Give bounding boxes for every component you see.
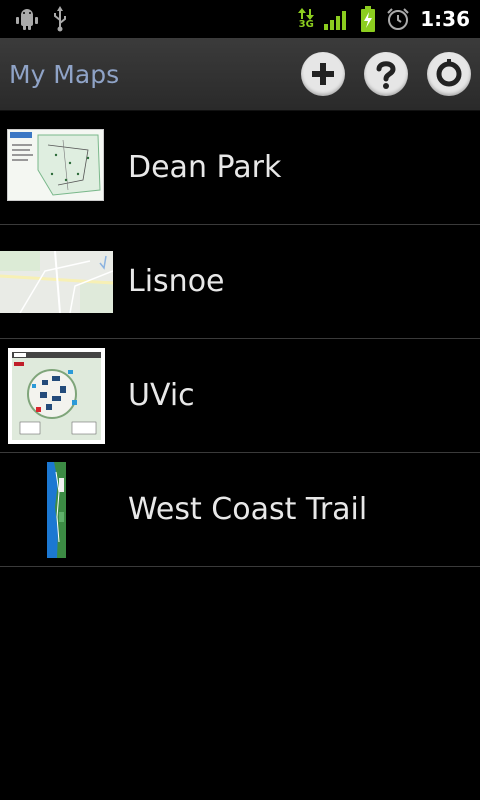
network-type-label: 3G bbox=[298, 19, 314, 30]
clock: 1:36 bbox=[420, 7, 470, 31]
help-icon bbox=[376, 61, 396, 89]
map-name: Lisnoe bbox=[128, 264, 225, 299]
map-list-item[interactable]: Dean Park bbox=[0, 111, 480, 225]
map-thumbnail bbox=[7, 129, 104, 201]
map-name: UVic bbox=[128, 378, 195, 413]
add-map-button[interactable] bbox=[301, 52, 345, 96]
map-list-item[interactable]: West Coast Trail bbox=[0, 453, 480, 567]
alarm-icon bbox=[386, 7, 410, 31]
map-name: Dean Park bbox=[128, 150, 282, 185]
add-icon bbox=[312, 63, 334, 85]
action-buttons bbox=[301, 52, 480, 96]
app-title: My Maps bbox=[9, 59, 120, 89]
signal-icon bbox=[324, 8, 350, 30]
map-thumbnail bbox=[0, 251, 113, 313]
settings-button[interactable] bbox=[427, 52, 471, 96]
data-transfer-icon: 3G bbox=[298, 8, 315, 30]
map-thumbnail bbox=[8, 348, 105, 444]
map-list-item[interactable]: Lisnoe bbox=[0, 225, 480, 339]
settings-icon bbox=[436, 59, 462, 87]
map-list-item[interactable]: UVic bbox=[0, 339, 480, 453]
action-bar: My Maps bbox=[0, 38, 480, 111]
map-name: West Coast Trail bbox=[128, 492, 368, 527]
android-debug-icon bbox=[16, 8, 38, 30]
usb-icon bbox=[52, 6, 68, 32]
map-thumbnail bbox=[47, 462, 66, 558]
help-button[interactable] bbox=[364, 52, 408, 96]
battery-charging-icon bbox=[360, 6, 376, 32]
map-list: Dean Park Lisnoe UVic West Coast Trail bbox=[0, 111, 480, 567]
status-bar: 3G 1:36 bbox=[0, 0, 480, 38]
